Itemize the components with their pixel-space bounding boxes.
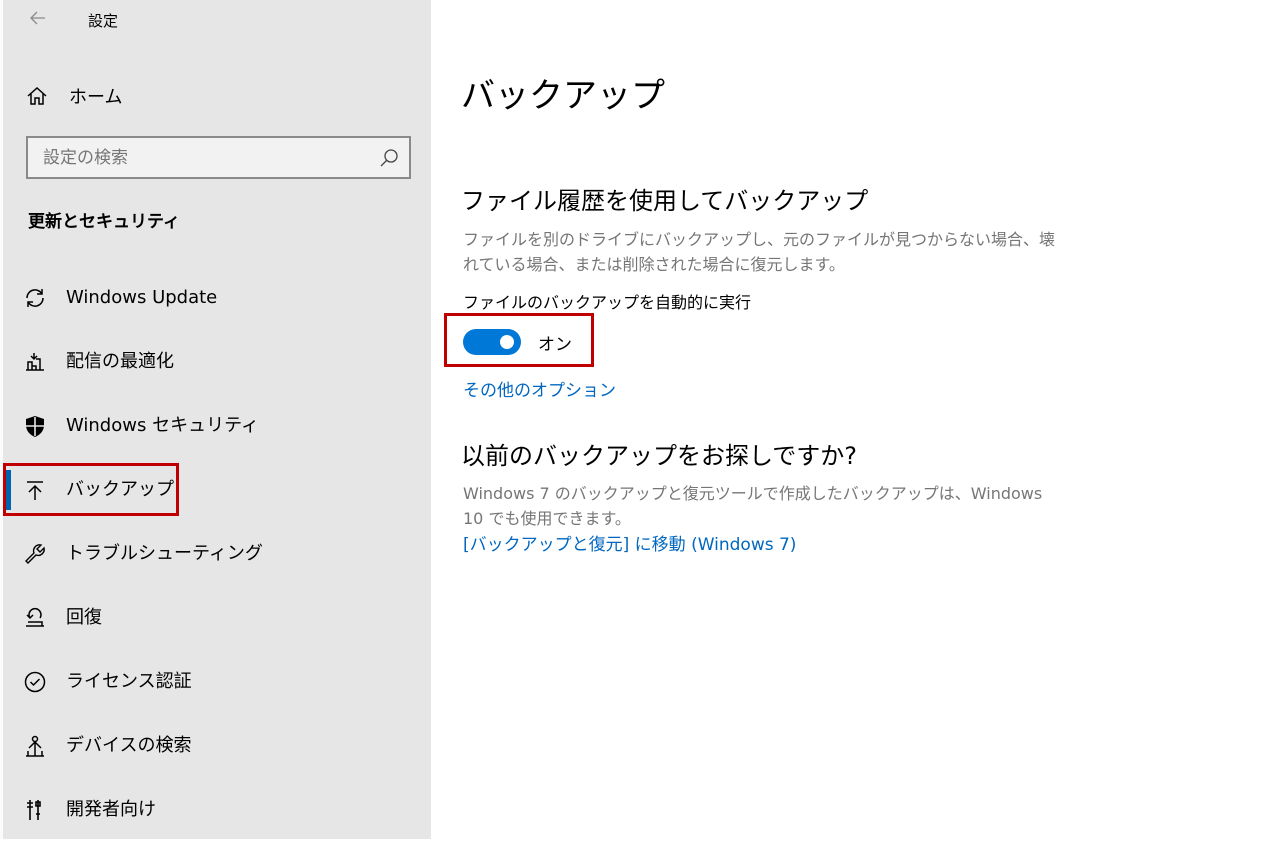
- wrench-icon: [25, 544, 45, 564]
- settings-search: [26, 136, 411, 179]
- sidebar-item-label: 配信の最適化: [66, 351, 174, 372]
- older-backup-heading: 以前のバックアップをお探しですか?: [461, 442, 858, 470]
- recovery-icon: [26, 608, 44, 627]
- home-nav[interactable]: ホーム: [25, 80, 122, 112]
- sidebar-nav: Windows Update 配信の最適化 Windows セキュリティ バック…: [3, 266, 431, 842]
- sidebar-item-label: 開発者向け: [66, 799, 156, 820]
- shield-icon: [26, 416, 44, 437]
- toggle-state-label: オン: [538, 335, 572, 355]
- toggle-knob: [500, 335, 514, 349]
- main-content: バックアップ ファイル履歴を使用してバックアップ ファイルを別のドライブにバック…: [431, 0, 1280, 839]
- sidebar-item-find-device[interactable]: デバイスの検索: [3, 714, 431, 778]
- auto-backup-toggle[interactable]: [463, 329, 521, 355]
- sidebar-item-delivery-optimization[interactable]: 配信の最適化: [3, 330, 431, 394]
- file-history-description: ファイルを別のドライブにバックアップし、元のファイルが見つからない場合、壊れてい…: [463, 230, 1056, 274]
- auto-backup-label: ファイルのバックアップを自動的に実行: [463, 293, 752, 312]
- sidebar-item-activation[interactable]: ライセンス認証: [3, 650, 431, 714]
- home-icon: [27, 86, 47, 105]
- sidebar-item-windows-security[interactable]: Windows セキュリティ: [3, 394, 431, 458]
- sidebar-item-label: Windows セキュリティ: [66, 415, 259, 436]
- app-title: 設定: [88, 12, 119, 30]
- check-circle-icon: [24, 671, 46, 693]
- sidebar-item-label: トラブルシューティング: [66, 543, 263, 564]
- refresh-icon: [26, 289, 44, 307]
- sidebar-item-label: Windows Update: [66, 287, 218, 308]
- developer-tools-icon: [27, 800, 41, 820]
- older-backup-description: Windows 7 のバックアップと復元ツールで作成したバックアップは、Wind…: [463, 484, 1043, 528]
- sidebar-item-label: バックアップ: [66, 479, 174, 500]
- sidebar-item-label: 回復: [66, 607, 102, 628]
- sidebar: 設定 ホーム 更新とセキュリティ Windows Update 配信の最適化: [0, 0, 431, 839]
- section-title: 更新とセキュリティ: [28, 212, 180, 232]
- find-device-icon: [26, 735, 44, 757]
- search-input[interactable]: [28, 138, 383, 177]
- sidebar-item-label: デバイスの検索: [66, 735, 192, 756]
- backup-restore-link[interactable]: [バックアップと復元] に移動 (Windows 7): [463, 530, 796, 555]
- file-history-heading: ファイル履歴を使用してバックアップ: [461, 187, 869, 215]
- sidebar-item-recovery[interactable]: 回復: [3, 586, 431, 650]
- selection-indicator: [6, 470, 11, 510]
- sidebar-item-developers[interactable]: 開発者向け: [3, 778, 431, 842]
- backup-arrow-up-icon: [27, 481, 43, 500]
- back-arrow-icon[interactable]: [28, 8, 48, 28]
- more-options-link[interactable]: その他のオプション: [463, 376, 616, 401]
- page-title: バックアップ: [461, 76, 665, 116]
- sidebar-item-label: ライセンス認証: [66, 671, 192, 692]
- search-icon[interactable]: [379, 148, 399, 168]
- sidebar-item-troubleshoot[interactable]: トラブルシューティング: [3, 522, 431, 586]
- sidebar-item-windows-update[interactable]: Windows Update: [3, 266, 431, 330]
- sidebar-item-backup[interactable]: バックアップ: [3, 458, 431, 522]
- home-label: ホーム: [69, 87, 123, 108]
- delivery-optimization-icon: [26, 353, 44, 371]
